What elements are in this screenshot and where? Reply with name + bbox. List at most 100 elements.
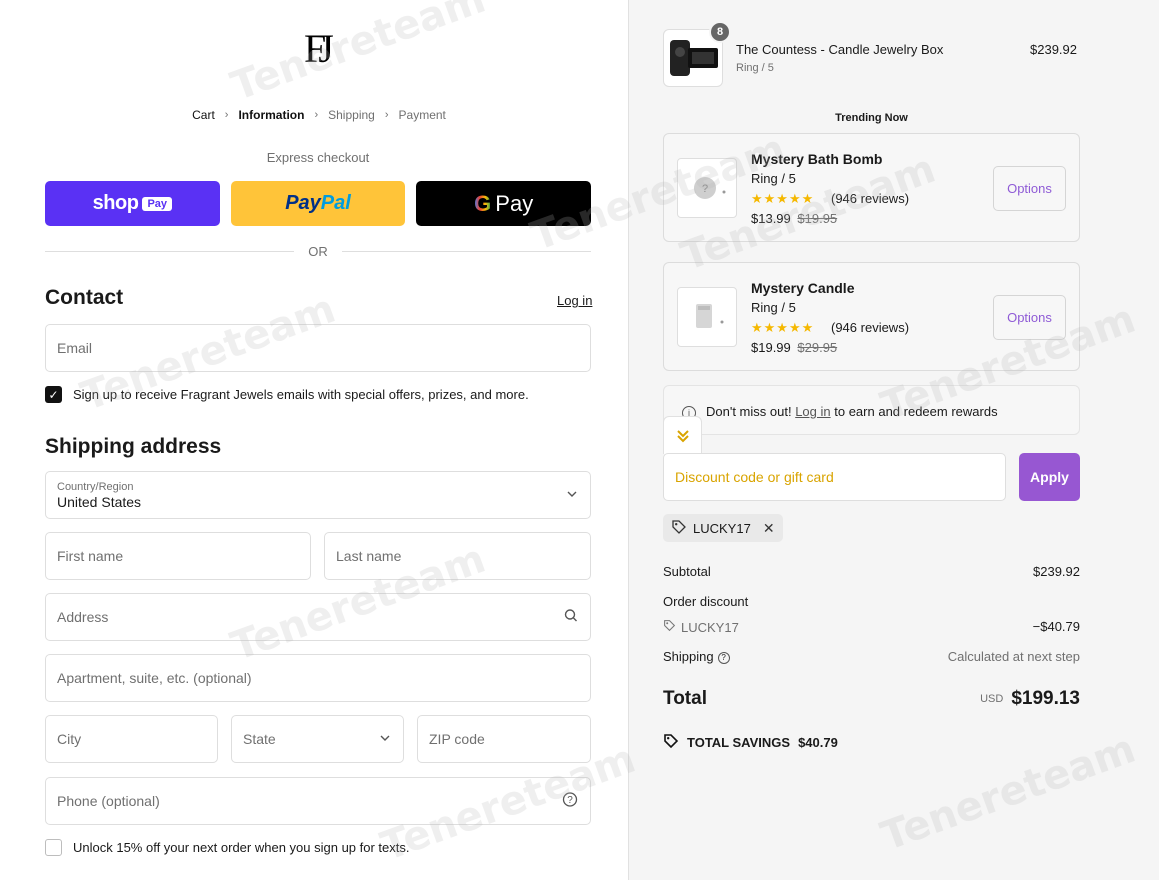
or-divider: OR [45, 243, 591, 259]
apply-discount-button[interactable]: Apply [1019, 453, 1080, 501]
chevron-down-icon [379, 731, 391, 747]
login-link[interactable]: Log in [557, 293, 592, 308]
product-name: The Countess - Candle Jewelry Box [736, 42, 944, 57]
upsell-sale-price: $19.99 [751, 340, 791, 355]
breadcrumb-payment: Payment [398, 108, 446, 122]
discount-code-label: LUCKY17 [681, 619, 739, 635]
upsell-variant: Ring / 5 [751, 300, 796, 315]
shop-pay-button[interactable]: shop Pay [45, 181, 220, 226]
shipping-value: Calculated at next step [947, 649, 1080, 664]
quantity-badge: 8 [709, 21, 731, 43]
checkout-form-panel: FJ Cart › Information › Shipping › Payme… [0, 0, 628, 880]
contact-heading: Contact [45, 286, 124, 309]
address-field[interactable]: Address [45, 593, 591, 641]
svg-text:?: ? [702, 183, 708, 195]
subtotal-value: $239.92 [1033, 564, 1080, 579]
upsell-thumbnail: ? [677, 158, 737, 218]
email-field[interactable]: Email [45, 324, 591, 372]
rewards-prefix: Don't miss out! [706, 404, 792, 419]
country-select[interactable]: Country/Region United States [45, 471, 591, 519]
total-label: Total [663, 688, 707, 709]
remove-discount-icon[interactable]: ✕ [763, 520, 775, 537]
shipping-row: Shipping? [663, 649, 730, 664]
upsell-card: ? Mystery Bath Bomb Ring / 5 ★★★★★ (946 … [663, 133, 1080, 242]
google-g-icon: G [474, 190, 492, 216]
sms-checkbox[interactable] [45, 839, 62, 856]
google-pay-button[interactable]: G Pay [416, 181, 592, 226]
discount-value: −$40.79 [1032, 619, 1080, 634]
upsell-compare-price: $19.95 [797, 211, 838, 226]
state-select[interactable]: State [231, 715, 404, 763]
shop-pay-logo: shop [92, 192, 139, 214]
star-rating-icon: ★★★★★ [751, 191, 815, 206]
product-price: $239.92 [1030, 42, 1077, 57]
upsell-name: Mystery Bath Bomb [751, 151, 883, 167]
zip-code-placeholder: ZIP code [429, 731, 485, 747]
shipping-address-heading: Shipping address [45, 435, 222, 458]
city-field[interactable]: City [45, 715, 218, 763]
total-row-value: USD $199.13 [980, 688, 1080, 710]
upsell-compare-price: $29.95 [797, 340, 838, 355]
product-variant: Ring / 5 [736, 62, 774, 74]
last-name-placeholder: Last name [336, 548, 402, 564]
svg-text:?: ? [567, 795, 573, 806]
discount-code-row: LUCKY17 [663, 619, 739, 635]
breadcrumb: Cart › Information › Shipping › Payment [0, 108, 628, 122]
discount-code-input[interactable]: Discount code or gift card [663, 453, 1006, 501]
search-icon [564, 609, 578, 626]
trending-now-heading: Trending Now [835, 112, 908, 124]
upsell-price: $19.99 $29.95 [751, 340, 837, 355]
upsell-reviews: (946 reviews) [831, 191, 910, 206]
rewards-suffix: to earn and redeem rewards [834, 404, 998, 419]
breadcrumb-cart[interactable]: Cart [192, 108, 215, 122]
or-label: OR [308, 243, 328, 259]
star-rating-icon: ★★★★★ [751, 320, 815, 335]
total-savings: TOTAL SAVINGS $40.79 [663, 733, 838, 752]
chevron-down-icon [566, 487, 578, 503]
phone-field[interactable]: Phone (optional) ? [45, 777, 591, 825]
city-placeholder: City [57, 731, 82, 747]
applied-code: LUCKY17 [693, 520, 751, 536]
newsletter-checkbox[interactable]: ✓ [45, 386, 62, 403]
first-name-field[interactable]: First name [45, 532, 311, 580]
subtotal-label: Subtotal [663, 564, 711, 579]
upsell-variant: Ring / 5 [751, 171, 796, 186]
tag-icon [663, 733, 679, 752]
rewards-login-link[interactable]: Log in [795, 404, 830, 419]
state-placeholder: State [243, 731, 276, 747]
zip-code-field[interactable]: ZIP code [417, 715, 591, 763]
apartment-placeholder: Apartment, suite, etc. (optional) [57, 670, 252, 686]
double-chevron-down-icon[interactable] [663, 416, 702, 454]
express-checkout-label: Express checkout [266, 150, 370, 165]
upsell-reviews: (946 reviews) [831, 320, 910, 335]
savings-label: TOTAL SAVINGS [687, 735, 791, 750]
paypal-logo-part1: Pay [285, 192, 321, 214]
chevron-right-icon: › [224, 109, 229, 121]
upsell-options-button[interactable]: Options [993, 295, 1066, 340]
apartment-field[interactable]: Apartment, suite, etc. (optional) [45, 654, 591, 702]
upsell-thumbnail [677, 287, 737, 347]
store-logo[interactable]: FJ [304, 26, 334, 72]
breadcrumb-information: Information [238, 108, 305, 122]
help-circle-icon[interactable]: ? [717, 651, 730, 664]
sms-option: Unlock 15% off your next order when you … [45, 839, 410, 856]
upsell-options-button[interactable]: Options [993, 166, 1066, 211]
paypal-button[interactable]: Pay Pal [230, 181, 406, 226]
tag-icon [663, 619, 676, 635]
upsell-name: Mystery Candle [751, 280, 855, 296]
address-placeholder: Address [57, 609, 109, 625]
breadcrumb-shipping: Shipping [328, 108, 375, 122]
first-name-placeholder: First name [57, 548, 124, 564]
country-value: United States [57, 493, 142, 510]
divider-line [45, 250, 295, 252]
shop-pay-badge: Pay [142, 196, 173, 211]
applied-discount-chip: LUCKY17 ✕ [663, 514, 783, 542]
order-discount-label: Order discount [663, 594, 749, 609]
chevron-right-icon: › [384, 109, 389, 121]
shipping-label: Shipping [663, 649, 714, 664]
help-circle-icon[interactable]: ? [562, 792, 578, 811]
last-name-field[interactable]: Last name [324, 532, 591, 580]
savings-value: $40.79 [798, 735, 838, 750]
google-pay-label: Pay [495, 190, 534, 216]
total-value: $199.13 [1011, 688, 1080, 709]
